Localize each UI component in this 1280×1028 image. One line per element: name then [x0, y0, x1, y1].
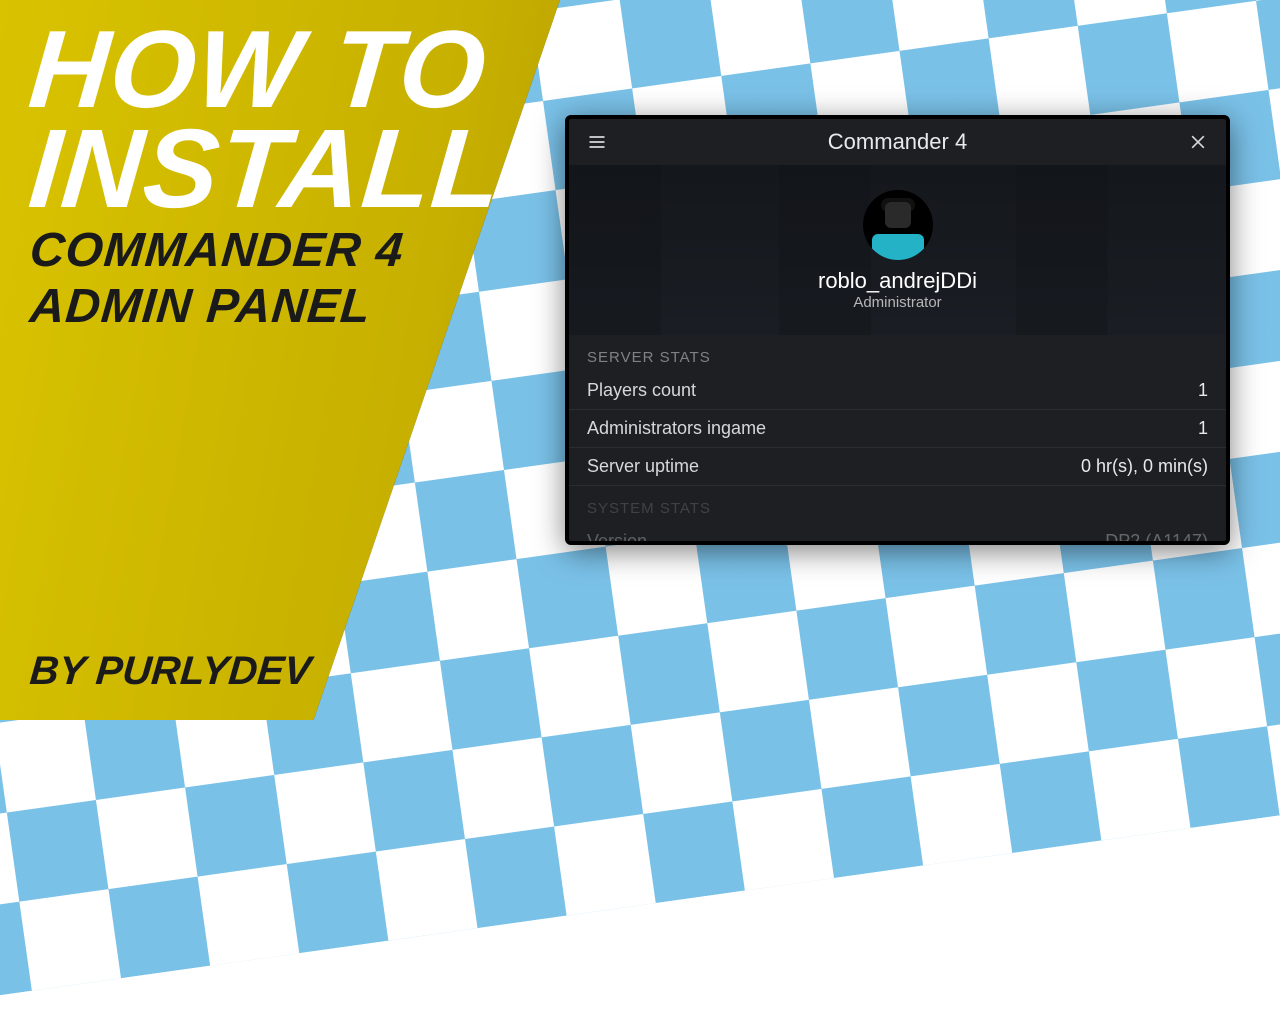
user-name: roblo_andrejDDi — [818, 268, 977, 294]
menu-button[interactable] — [583, 128, 611, 156]
stat-label: Administrators ingame — [587, 418, 766, 439]
system-stats-header: SYSTEM STATS — [569, 486, 1226, 523]
stat-value: 1 — [1198, 418, 1208, 439]
headline-sub-1: COMMANDER 4 — [28, 226, 504, 276]
close-icon — [1188, 132, 1208, 152]
user-hero: roblo_andrejDDi Administrator — [569, 165, 1226, 335]
headline-line-2: INSTALL — [26, 119, 506, 220]
stat-row: Players count 1 — [569, 372, 1226, 410]
stat-row: Version DP2 (A1147) — [569, 523, 1226, 545]
thumbnail-headline: HOW TO INSTALL COMMANDER 4 ADMIN PANEL — [30, 20, 502, 333]
avatar — [863, 190, 933, 260]
stat-value: 1 — [1198, 380, 1208, 401]
stat-row: Server uptime 0 hr(s), 0 min(s) — [569, 448, 1226, 486]
window-titlebar: Commander 4 — [569, 119, 1226, 165]
headline-sub-2: ADMIN PANEL — [28, 282, 504, 332]
user-role: Administrator — [853, 294, 941, 311]
hamburger-icon — [587, 132, 607, 152]
byline: BY PURLYDEV — [28, 649, 313, 694]
window-title: Commander 4 — [828, 129, 967, 155]
server-stats-header: SERVER STATS — [569, 335, 1226, 372]
stat-label: Version — [587, 531, 647, 545]
stat-value: DP2 (A1147) — [1105, 531, 1208, 545]
close-button[interactable] — [1184, 128, 1212, 156]
stat-row: Administrators ingame 1 — [569, 410, 1226, 448]
stat-label: Players count — [587, 380, 696, 401]
stat-value: 0 hr(s), 0 min(s) — [1081, 456, 1208, 477]
commander-window: Commander 4 roblo_andrejDDi Administrato… — [565, 115, 1230, 545]
headline-line-1: HOW TO — [26, 20, 506, 119]
stat-label: Server uptime — [587, 456, 699, 477]
